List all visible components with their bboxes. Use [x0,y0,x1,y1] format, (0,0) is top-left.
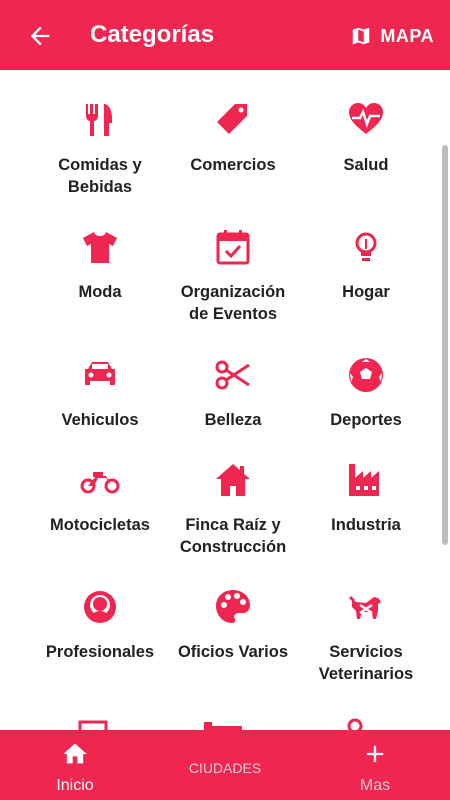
tab-ciudades[interactable]: CIUDADES [150,730,300,800]
category-item[interactable]: Belleza [158,355,308,431]
car-icon [80,355,120,395]
category-item[interactable]: Profesionales [25,587,175,663]
bottom-navigation: Inicio CIUDADES Mas [0,730,450,800]
category-item[interactable]: Comercios [158,100,308,176]
category-label: Comidas y Bebidas [58,156,142,196]
category-label: Motocicletas [50,516,150,534]
utensils-icon [80,100,120,140]
category-item[interactable]: Vehiculos [25,355,175,431]
category-label: Oficios Varios [177,643,289,661]
map-label: MAPA [380,25,434,46]
lightbulb-icon [346,227,386,267]
category-label: Belleza [204,411,262,429]
category-item[interactable]: Hogar [291,227,441,303]
motorcycle-icon [80,460,120,500]
plus-icon [366,745,384,763]
palette-icon [213,587,253,627]
category-item[interactable]: Oficios Varios [158,587,308,663]
calendar-check-icon [213,227,253,267]
category-label: Industria [331,516,401,534]
category-label: Vehiculos [61,411,139,429]
dog-icon [346,587,386,627]
category-label: Profesionales [45,643,155,661]
category-item[interactable]: Organización de Eventos [158,227,308,325]
category-label: Organización de Eventos [180,283,286,323]
tab-label: CIUDADES [188,760,262,776]
map-icon [353,27,370,45]
category-list[interactable]: Comidas y Bebidas Comercios Salud Moda Organ… [0,70,450,730]
category-item[interactable]: Industria [291,460,441,536]
house-icon [213,460,253,500]
tab-label: Mas [359,777,391,794]
home-icon [63,743,87,764]
category-label: Salud [343,156,389,174]
category-item[interactable]: Finca Raíz y Construcción [158,460,308,558]
soccer-ball-icon [346,355,386,395]
back-arrow-icon[interactable] [26,22,54,50]
factory-icon [346,460,386,500]
heart-pulse-icon [346,100,386,140]
tab-inicio[interactable]: Inicio [0,730,150,800]
category-item[interactable]: Servicios Veterinarios [291,587,441,685]
category-label: Deportes [330,411,402,429]
map-button[interactable]: MAPA [350,22,434,50]
category-item[interactable]: Comidas y Bebidas [25,100,175,198]
scissors-icon [213,355,253,395]
category-label: Finca Raíz y Construcción [179,516,287,556]
tag-icon [213,100,253,140]
page-title: Categorías [90,21,215,48]
person-icon [80,587,120,627]
category-label: Hogar [342,283,390,301]
category-item[interactable]: Salud [291,100,441,176]
tshirt-icon [80,227,120,267]
scrollbar[interactable] [442,145,448,545]
category-item[interactable]: Deportes [291,355,441,431]
category-item[interactable]: Motocicletas [25,460,175,536]
category-label: Moda [78,283,122,301]
tab-mas[interactable]: Mas [300,730,450,800]
app-bar: Categorías MAPA [0,0,450,70]
tab-label: Inicio [56,777,94,794]
category-item[interactable]: Moda [25,227,175,303]
category-label: Servicios Veterinarios [318,643,414,683]
category-label: Comercios [190,156,276,174]
